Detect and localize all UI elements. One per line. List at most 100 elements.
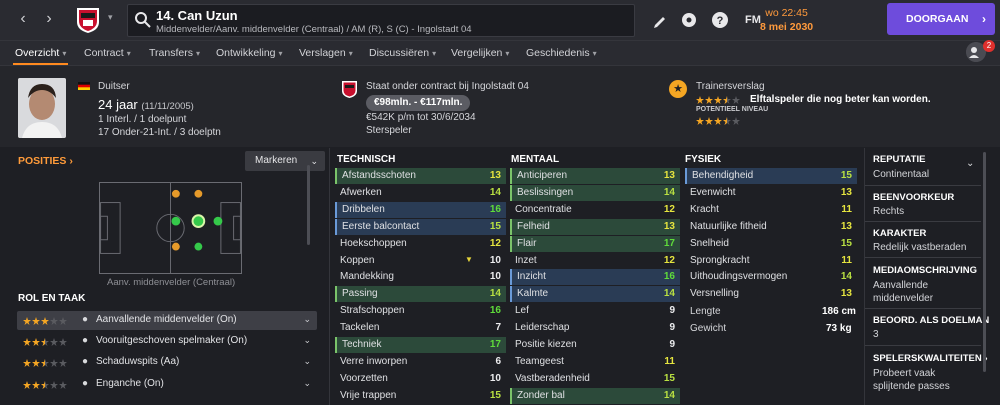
attribute-row[interactable]: Sprongkracht 11 (685, 253, 857, 269)
forward-icon[interactable]: › (39, 9, 59, 29)
attribute-row[interactable]: Teamgeest 11 (510, 354, 680, 370)
badge-dropdown-icon[interactable]: ▾ (108, 12, 113, 23)
attribute-row[interactable]: Hoekschoppen 12 (335, 236, 506, 252)
attribute-row[interactable]: Flair 17 (510, 235, 680, 252)
transfer-value[interactable]: €98mln. - €117mln. (366, 95, 471, 111)
attribute-row[interactable]: Mandekking 10 (335, 269, 506, 285)
attribute-row[interactable]: Uithoudingsvermogen 14 (685, 269, 857, 285)
attribute-row[interactable]: Inzicht 16 (510, 269, 680, 286)
info-icon[interactable]: ● (82, 335, 88, 346)
role-row[interactable]: ● Schaduwspits (Aa) ⌄ (17, 353, 317, 372)
youth-caps[interactable]: 17 Onder-21-Int. / 3 doelptn (98, 127, 221, 138)
attribute-row[interactable]: Evenwicht 13 (685, 185, 857, 201)
attribute-row[interactable]: Afstandsschoten 13 (335, 168, 506, 184)
contract-text[interactable]: Staat onder contract bij Ingolstadt 04 (366, 81, 529, 92)
tab-transfers[interactable]: Transfers ▾ (149, 47, 200, 59)
attribute-row[interactable]: Versnelling 13 (685, 286, 857, 302)
attribute-row[interactable]: Kalmte 14 (510, 286, 680, 303)
attribute-row[interactable]: Inzet 12 (510, 253, 680, 269)
attribute-row[interactable]: Strafschoppen 16 (335, 303, 506, 319)
attribute-row[interactable]: Beslissingen 14 (510, 184, 680, 201)
search-icon[interactable] (134, 11, 152, 29)
role-row[interactable]: ● Enganche (On) ⌄ (17, 375, 317, 394)
position-dot-mcl[interactable] (171, 189, 180, 198)
attribute-row[interactable]: Zonder bal 14 (510, 387, 680, 404)
attribute-row[interactable]: Snelheid 15 (685, 236, 857, 252)
gk-rating-value: 3 (873, 329, 879, 340)
attribute-row[interactable]: Lef 9 (510, 303, 680, 319)
attribute-row[interactable]: Felheid 13 (510, 218, 680, 235)
attribute-row[interactable]: Passing 14 (335, 286, 506, 303)
tab-verslagen[interactable]: Verslagen ▾ (299, 47, 353, 59)
position-dot-aml[interactable] (194, 242, 203, 251)
tab-discussieren[interactable]: Discussiëren ▾ (369, 47, 436, 59)
info-scrollbar[interactable] (983, 152, 986, 372)
position-dot-amc[interactable] (191, 214, 206, 228)
tab-contract[interactable]: Contract ▾ (84, 47, 131, 59)
attribute-row[interactable]: Concentratie 12 (510, 202, 680, 218)
star-icon (705, 117, 713, 125)
attribute-row[interactable]: Positie kiezen 9 (510, 337, 680, 353)
ball-icon[interactable] (679, 10, 699, 30)
attribute-value: 9 (669, 339, 675, 350)
attribute-row[interactable]: Techniek 17 (335, 337, 506, 353)
roles-scrollbar[interactable] (307, 165, 310, 245)
attribute-row[interactable]: Vrije trappen 15 (335, 388, 506, 404)
club-badge-icon[interactable] (75, 6, 101, 34)
wage-text: €542K p/m tot 30/6/2034 (366, 112, 476, 123)
help-icon[interactable]: ? (710, 10, 730, 30)
tab-vergelijken[interactable]: Vergelijken ▾ (451, 47, 509, 59)
info-icon[interactable]: ● (82, 314, 88, 325)
international-caps[interactable]: 1 Interl. / 1 doelpunt (98, 114, 186, 125)
role-row[interactable]: ● Aanvallende middenvelder (On) ⌄ (17, 311, 317, 330)
divider (329, 148, 330, 405)
game-clock[interactable]: wo 22:45 8 mei 2030 (760, 7, 813, 33)
attribute-row[interactable]: Vastberadenheid 15 (510, 371, 680, 387)
star-icon (50, 317, 58, 325)
attribute-name: Uithoudingsvermogen (690, 271, 788, 283)
reputation-value: Continentaal (873, 169, 930, 180)
chevron-down-icon[interactable]: ⌄ (966, 158, 974, 169)
player-search-box[interactable]: 14. Can Uzun Middenvelder/Aanv. middenve… (127, 4, 635, 37)
info-icon[interactable]: ● (82, 356, 88, 367)
position-dot-mcr[interactable] (171, 242, 180, 251)
positions-title[interactable]: POSITIES › (18, 155, 73, 167)
weight-value: 73 kg (826, 323, 852, 334)
qualities-title[interactable]: SPELERSKWALITEITEN › (873, 353, 988, 364)
attribute-row[interactable]: Kracht 11 (685, 202, 857, 218)
tab-ontwikkeling[interactable]: Ontwikkeling ▾ (216, 47, 283, 59)
report-title[interactable]: Trainersverslag (696, 81, 765, 92)
foot-value: Rechts (873, 206, 905, 217)
position-dot-mc[interactable] (171, 216, 181, 226)
attribute-row[interactable]: Koppen 10 (335, 253, 506, 269)
role-row[interactable]: ● Vooruitgeschoven spelmaker (On) ⌄ (17, 332, 317, 351)
attribute-name: Tackelen (340, 322, 380, 334)
attribute-row[interactable]: Voorzetten 10 (335, 371, 506, 387)
position-dot-st[interactable] (213, 216, 223, 226)
attribute-value: 14 (840, 271, 852, 283)
attribute-name: Anticiperen (517, 170, 568, 181)
continue-button[interactable]: DOORGAAN › (887, 3, 995, 35)
notification-badge: 2 (983, 40, 995, 52)
tab-overzicht[interactable]: Overzicht ▾ (15, 47, 66, 59)
club-badge-icon[interactable] (341, 80, 358, 99)
mental-title: MENTAAL (511, 154, 560, 165)
position-dot-amr[interactable] (194, 189, 203, 198)
pencil-icon[interactable] (650, 10, 670, 30)
info-icon[interactable]: ● (82, 378, 88, 389)
highlight-dropdown[interactable]: Markeren ⌄ (245, 151, 325, 171)
star-icon (50, 381, 58, 389)
attribute-row[interactable]: Dribbelen 16 (335, 201, 506, 218)
attribute-row[interactable]: Behendigheid 15 (685, 168, 857, 184)
attribute-row[interactable]: Anticiperen 13 (510, 168, 680, 184)
attribute-row[interactable]: Eerste balcontact 15 (335, 218, 506, 235)
attribute-row[interactable]: Tackelen 7 (335, 320, 506, 336)
role-label: Schaduwspits (Aa) (96, 356, 180, 367)
attribute-row[interactable]: Afwerken 14 (335, 185, 506, 201)
attribute-row[interactable]: Verre inworpen 6 (335, 354, 506, 370)
attribute-row[interactable]: Natuurlijke fitheid 13 (685, 219, 857, 235)
tab-geschiedenis[interactable]: Geschiedenis ▾ (526, 47, 597, 59)
attribute-row[interactable]: Leiderschap 9 (510, 320, 680, 336)
back-icon[interactable]: ‹ (13, 9, 33, 29)
potential-label: POTENTIEEL NIVEAU (696, 106, 769, 113)
